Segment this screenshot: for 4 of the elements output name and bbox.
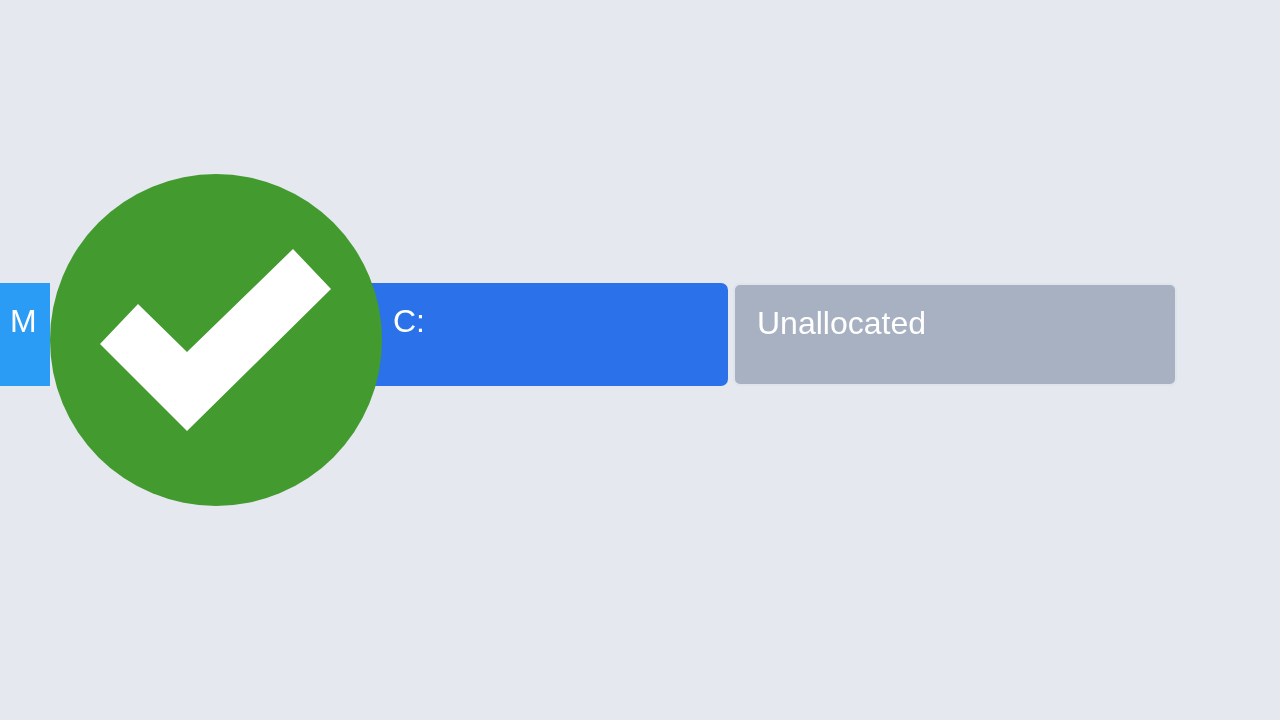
partition-segment[interactable]: M <box>0 283 50 386</box>
checkmark-icon <box>50 174 382 506</box>
partition-segment[interactable]: C: <box>371 283 728 386</box>
partition-segment[interactable]: Unallocated <box>733 283 1177 386</box>
